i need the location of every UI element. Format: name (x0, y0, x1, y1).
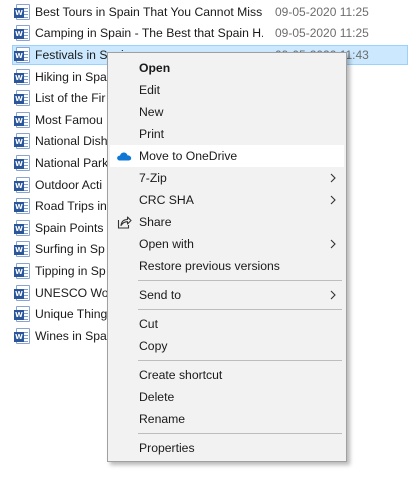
menu-open[interactable]: Open (110, 57, 344, 79)
word-letter-glyph: W (14, 331, 24, 342)
word-document-icon: W (14, 133, 30, 150)
word-letter-glyph: W (14, 245, 24, 256)
word-document-icon: W (14, 198, 30, 215)
word-letter-glyph: W (14, 266, 24, 277)
word-letter-glyph: W (14, 29, 24, 40)
menu-separator (138, 280, 342, 281)
menu-edit[interactable]: Edit (110, 79, 344, 101)
word-letter-glyph: W (14, 115, 24, 126)
menu-separator (138, 360, 342, 361)
menu-item-label: Open (139, 61, 171, 75)
word-document-icon: W (14, 46, 30, 63)
menu-item-label: Share (139, 215, 172, 229)
menu-new[interactable]: New (110, 101, 344, 123)
menu-item-label: Create shortcut (139, 368, 223, 382)
word-document-icon: W (14, 25, 30, 42)
menu-send-to[interactable]: Send to (110, 284, 344, 306)
menu-share[interactable]: Share (110, 211, 344, 233)
file-row[interactable]: W Best Tours in Spain That You Cannot Mis… (0, 1, 408, 23)
word-document-icon: W (14, 219, 30, 236)
chevron-right-icon (330, 195, 336, 205)
menu-separator (138, 309, 342, 310)
word-document-icon: W (14, 284, 30, 301)
chevron-right-icon (330, 290, 336, 300)
word-document-icon: W (14, 68, 30, 85)
word-letter-glyph: W (14, 202, 24, 213)
word-letter-glyph: W (14, 158, 24, 169)
context-menu: Open Edit New Print Move to OneDrive 7-Zip CRC… (107, 52, 347, 462)
menu-item-label: 7-Zip (139, 171, 167, 185)
word-letter-glyph: W (14, 310, 24, 321)
menu-item-label: Send to (139, 288, 182, 302)
word-document-icon: W (14, 176, 30, 193)
menu-7zip[interactable]: 7-Zip (110, 167, 344, 189)
word-document-icon: W (14, 241, 30, 258)
menu-item-label: Edit (139, 83, 161, 97)
word-letter-glyph: W (14, 7, 24, 18)
menu-restore-previous-versions[interactable]: Restore previous versions (110, 255, 344, 277)
word-letter-glyph: W (14, 180, 24, 191)
word-letter-glyph: W (14, 223, 24, 234)
menu-item-label: Rename (139, 412, 186, 426)
menu-cut[interactable]: Cut (110, 313, 344, 335)
menu-delete[interactable]: Delete (110, 386, 344, 408)
menu-rename[interactable]: Rename (110, 408, 344, 430)
menu-item-label: Print (139, 127, 165, 141)
word-document-icon: W (14, 262, 30, 279)
file-name: Best Tours in Spain That You Cannot Miss (35, 4, 263, 19)
menu-item-label: New (139, 105, 164, 119)
menu-print[interactable]: Print (110, 123, 344, 145)
word-document-icon: W (14, 90, 30, 107)
word-document-icon: W (14, 3, 30, 20)
menu-item-label: Properties (139, 441, 195, 455)
word-document-icon: W (14, 327, 30, 344)
word-letter-glyph: W (14, 137, 24, 148)
menu-item-label: Open with (139, 237, 194, 251)
word-document-icon: W (14, 154, 30, 171)
file-date-modified: 09-05-2020 11:25 (275, 26, 369, 41)
chevron-right-icon (330, 239, 336, 249)
menu-open-with[interactable]: Open with (110, 233, 344, 255)
onedrive-cloud-icon (117, 152, 132, 161)
menu-item-label: Copy (139, 339, 168, 353)
menu-item-label: Move to OneDrive (139, 149, 238, 163)
file-row[interactable]: W Camping in Spain - The Best that Spain … (0, 23, 408, 45)
word-letter-glyph: W (14, 94, 24, 105)
file-date-modified: 09-05-2020 11:25 (275, 4, 369, 19)
menu-item-label: Delete (139, 390, 175, 404)
menu-move-to-onedrive[interactable]: Move to OneDrive (110, 145, 344, 167)
file-name: Camping in Spain - The Best that Spain H… (35, 26, 263, 41)
menu-item-label: Cut (139, 317, 158, 331)
menu-copy[interactable]: Copy (110, 335, 344, 357)
chevron-right-icon (330, 173, 336, 183)
menu-separator (138, 433, 342, 434)
word-letter-glyph: W (14, 72, 24, 83)
menu-create-shortcut[interactable]: Create shortcut (110, 364, 344, 386)
word-document-icon: W (14, 306, 30, 323)
word-letter-glyph: W (14, 50, 24, 61)
menu-item-label: Restore previous versions (139, 259, 280, 273)
word-letter-glyph: W (14, 288, 24, 299)
menu-crc-sha[interactable]: CRC SHA (110, 189, 344, 211)
word-document-icon: W (14, 111, 30, 128)
menu-properties[interactable]: Properties (110, 437, 344, 459)
share-icon (117, 216, 132, 229)
menu-item-label: CRC SHA (139, 193, 194, 207)
